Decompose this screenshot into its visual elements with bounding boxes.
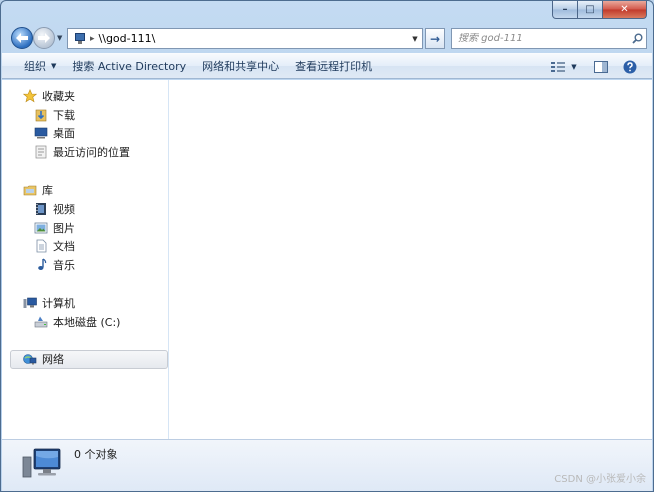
sidebar-item-label: 音乐: [53, 259, 75, 272]
maximize-button[interactable]: □: [578, 1, 603, 19]
sidebar-item-videos[interactable]: 视频: [33, 200, 75, 218]
download-folder-icon: [33, 107, 49, 123]
view-remote-printers-button[interactable]: 查看远程打印机: [287, 58, 380, 74]
sidebar-item-desktop[interactable]: 桌面: [33, 124, 75, 142]
file-list-area[interactable]: [170, 80, 652, 439]
search-icon[interactable]: [628, 33, 646, 44]
address-separator[interactable]: ▸: [90, 34, 95, 44]
forward-button[interactable]: [33, 27, 55, 49]
search-input[interactable]: [458, 33, 628, 44]
forward-arrow-icon: [38, 33, 50, 43]
address-path[interactable]: \\god-111\: [99, 32, 408, 45]
help-button[interactable]: [619, 54, 641, 80]
change-view-button[interactable]: ▼: [547, 54, 581, 80]
sidebar-item-label: 下载: [53, 109, 75, 122]
documents-icon: [33, 238, 49, 254]
nav-group-favorites[interactable]: 收藏夹: [22, 87, 75, 105]
hard-drive-icon: [33, 314, 49, 330]
sidebar-item-label: 文档: [53, 240, 75, 253]
close-button[interactable]: ✕: [603, 1, 647, 19]
network-sharing-center-button[interactable]: 网络和共享中心: [194, 58, 287, 74]
go-arrow-icon: →: [429, 31, 441, 46]
sidebar-item-label: 桌面: [53, 127, 75, 140]
address-bar[interactable]: ▸ \\god-111\ ▼: [67, 28, 423, 49]
details-pane: 0 个对象 CSDN @小张爱小余: [2, 439, 652, 491]
address-dropdown[interactable]: ▼: [408, 35, 422, 43]
go-button[interactable]: →: [425, 28, 445, 49]
organize-menu[interactable]: 组织 ▼: [16, 58, 64, 74]
navigation-pane[interactable]: 收藏夹 下载 桌面 最近访问的位置 库 视频 图片 文档 音乐 计算机 本地磁盘…: [2, 80, 169, 439]
help-icon: [623, 60, 637, 74]
explorer-body: 收藏夹 下载 桌面 最近访问的位置 库 视频 图片 文档 音乐 计算机 本地磁盘…: [2, 80, 652, 439]
nav-group-label: 计算机: [42, 297, 75, 310]
star-icon: [22, 88, 38, 104]
organize-label: 组织: [24, 60, 46, 73]
sidebar-item-documents[interactable]: 文档: [33, 237, 75, 255]
nav-group-label: 网络: [42, 353, 64, 366]
nav-group-network[interactable]: 网络: [22, 350, 64, 368]
sidebar-item-label: 最近访问的位置: [53, 146, 130, 159]
recent-pages-dropdown[interactable]: ▼: [57, 34, 62, 42]
nav-group-label: 收藏夹: [42, 90, 75, 103]
caption-buttons: – □ ✕: [552, 1, 647, 19]
item-count-status: 0 个对象: [74, 448, 118, 461]
video-icon: [33, 201, 49, 217]
music-icon: [33, 257, 49, 273]
sidebar-item-recent-places[interactable]: 最近访问的位置: [33, 143, 130, 161]
search-active-directory-button[interactable]: 搜索 Active Directory: [64, 58, 194, 74]
sidebar-item-local-disk-c[interactable]: 本地磁盘 (C:): [33, 313, 120, 331]
sidebar-item-music[interactable]: 音乐: [33, 256, 75, 274]
preview-pane-icon: [594, 61, 608, 73]
sidebar-item-downloads[interactable]: 下载: [33, 106, 75, 124]
nav-group-label: 库: [42, 184, 53, 197]
desktop-icon: [33, 125, 49, 141]
chevron-down-icon: ▼: [571, 63, 577, 71]
nav-group-libraries[interactable]: 库: [22, 181, 53, 199]
watermark: CSDN @小张爱小余: [554, 474, 646, 485]
network-computer-icon: [72, 32, 86, 45]
pictures-icon: [33, 220, 49, 236]
nav-group-computer[interactable]: 计算机: [22, 294, 75, 312]
back-arrow-icon: [16, 33, 28, 43]
sidebar-item-label: 视频: [53, 203, 75, 216]
network-icon: [22, 351, 38, 367]
sidebar-item-label: 图片: [53, 222, 75, 235]
minimize-button[interactable]: –: [552, 1, 578, 19]
address-row: ▼ ▸ \\god-111\ ▼ →: [9, 25, 647, 51]
library-icon: [22, 182, 38, 198]
computer-icon: [22, 295, 38, 311]
chevron-down-icon: ▼: [51, 62, 57, 70]
sidebar-item-label: 本地磁盘 (C:): [53, 316, 121, 329]
view-list-icon: [551, 62, 566, 72]
command-bar: 组织 ▼ 搜索 Active Directory 网络和共享中心 查看远程打印机…: [2, 53, 652, 79]
search-box[interactable]: [451, 28, 647, 49]
network-computer-large-icon: [22, 445, 62, 481]
sidebar-item-pictures[interactable]: 图片: [33, 219, 75, 237]
explorer-window: – □ ✕ ▼ ▸ \\god-111\ ▼ → 组织 ▼: [0, 0, 654, 492]
back-button[interactable]: [11, 27, 33, 49]
recent-places-icon: [33, 144, 49, 160]
preview-pane-button[interactable]: [590, 54, 612, 80]
